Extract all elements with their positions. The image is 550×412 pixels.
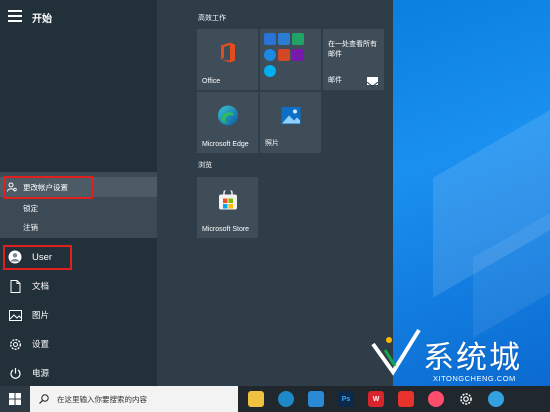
- wps-icon[interactable]: [308, 391, 324, 407]
- avatar: [8, 250, 22, 264]
- tile-store[interactable]: Microsoft Store: [197, 177, 258, 238]
- sidebar-item-label: 电源: [32, 368, 50, 378]
- picture-icon: [8, 308, 22, 322]
- store-icon: [218, 187, 238, 215]
- tile-label: Office: [202, 78, 221, 85]
- lock-icon: [7, 203, 17, 213]
- edge-icon[interactable]: [278, 391, 294, 407]
- mail-tile-title: 在一处查看所有邮件: [328, 41, 377, 58]
- windows-logo-icon: [9, 393, 21, 405]
- tile-photos[interactable]: 照片: [260, 92, 321, 153]
- group-label-productivity: 高效工作: [198, 15, 226, 22]
- powerpoint-icon: [278, 49, 290, 61]
- tile-label: Microsoft Edge: [202, 141, 249, 148]
- onedrive-icon: [264, 49, 276, 61]
- taskbar-search-box[interactable]: 在这里输入你要搜索的内容: [30, 386, 238, 412]
- user-account-button[interactable]: User: [0, 245, 157, 269]
- watermark-subtext: XITONGCHENG.COM: [433, 374, 516, 383]
- taobao-icon[interactable]: [398, 391, 414, 407]
- tile-label: Microsoft Store: [202, 226, 250, 233]
- flyout-item-label: 更改帐户设置: [23, 182, 68, 192]
- start-button[interactable]: [0, 386, 30, 412]
- edge-icon: [217, 104, 239, 131]
- photos-icon: [281, 106, 301, 129]
- tile-edge[interactable]: Microsoft Edge: [197, 92, 258, 153]
- outlook-icon: [264, 33, 276, 45]
- group-label-explore: 浏览: [198, 162, 212, 169]
- watermark: 系统城 XITONGCHENG.COM: [365, 318, 550, 388]
- search-placeholder: 在这里输入你要搜索的内容: [57, 394, 147, 404]
- sidebar-item-label: 图片: [32, 310, 50, 320]
- flyout-item-lock[interactable]: 锁定: [0, 198, 157, 218]
- taskbar: 在这里输入你要搜索的内容 Ps W: [0, 386, 550, 412]
- sidebar-item-power[interactable]: 电源: [0, 361, 157, 385]
- tile-office[interactable]: Office: [197, 29, 258, 90]
- tile-office-apps-group[interactable]: [260, 29, 321, 90]
- user-name: User: [32, 251, 53, 263]
- excel-icon: [292, 33, 304, 45]
- hamburger-menu-icon[interactable]: [8, 10, 22, 22]
- settings-icon[interactable]: [458, 391, 474, 407]
- sign-out-icon: [7, 222, 17, 232]
- photoshop-icon[interactable]: Ps: [338, 391, 354, 407]
- sidebar-item-label: 文档: [32, 281, 50, 291]
- tile-label: 照片: [265, 140, 279, 147]
- sidebar-item-documents[interactable]: 文档: [0, 274, 157, 298]
- sidebar-item-settings[interactable]: 设置: [0, 332, 157, 356]
- search-icon: [39, 394, 49, 404]
- media-icon[interactable]: [428, 391, 444, 407]
- word-icon: [278, 33, 290, 45]
- gear-icon: [8, 337, 22, 351]
- document-icon: [8, 279, 22, 293]
- office-icon: [218, 41, 238, 68]
- tile-label: 邮件: [328, 77, 342, 84]
- skype-icon: [264, 65, 276, 77]
- onenote-icon: [292, 49, 304, 61]
- wps-office-icon[interactable]: W: [368, 391, 384, 407]
- sidebar-item-label: 设置: [32, 339, 50, 349]
- start-title: 开始: [32, 14, 52, 25]
- start-left-rail: 开始 更改帐户设置 锁定 注销 User 文档 图片 设置 电源: [0, 0, 157, 386]
- watermark-text: 系统城: [423, 340, 522, 376]
- person-gear-icon: [7, 182, 17, 192]
- flyout-item-change-account[interactable]: 更改帐户设置: [0, 177, 157, 197]
- start-menu: 开始 更改帐户设置 锁定 注销 User 文档 图片 设置 电源 高效工作 浏览…: [0, 0, 393, 386]
- flyout-item-label: 注销: [23, 222, 38, 232]
- sidebar-item-pictures[interactable]: 图片: [0, 303, 157, 327]
- flyout-item-sign-out[interactable]: 注销: [0, 217, 157, 237]
- app-icon[interactable]: [488, 391, 504, 407]
- watermark-logo: [371, 328, 421, 376]
- tile-mail[interactable]: 在一处查看所有邮件 邮件: [323, 29, 384, 90]
- power-icon: [8, 366, 22, 380]
- file-explorer-icon[interactable]: [248, 391, 264, 407]
- account-flyout: 更改帐户设置 锁定 注销: [0, 172, 157, 238]
- mail-icon: [366, 77, 379, 88]
- flyout-item-label: 锁定: [23, 203, 38, 213]
